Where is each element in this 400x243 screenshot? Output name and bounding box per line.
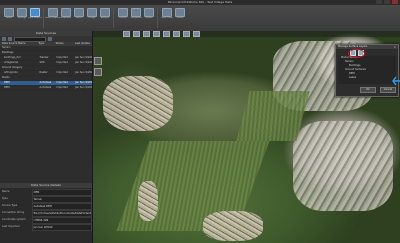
ribbon-toolbar: Home Settings Data Sources Model Propert… xyxy=(0,5,400,32)
model-properties-icon xyxy=(48,8,58,17)
compass-icon[interactable] xyxy=(94,57,102,65)
sketch-icon xyxy=(74,8,84,17)
refresh-icon[interactable] xyxy=(8,37,12,41)
viewport-toolbar xyxy=(93,31,400,37)
remove-icon[interactable] xyxy=(48,37,52,41)
property-row: Connection string file:///C:/Users/Public… xyxy=(2,210,92,217)
village-buildings xyxy=(203,211,263,241)
ribbon-button-present[interactable]: Present xyxy=(118,8,128,19)
home-view-icon[interactable] xyxy=(94,68,102,76)
ribbon-button-analyze[interactable]: Analyze xyxy=(100,8,110,19)
property-row: Coordinate system UTM84-32N xyxy=(0,216,92,224)
terrain-icon xyxy=(175,8,185,17)
ribbon-separator xyxy=(43,8,44,28)
select-icon[interactable] xyxy=(123,31,130,37)
point-cloud-icon xyxy=(162,8,172,17)
orbit-icon[interactable] xyxy=(143,31,150,37)
bookmark-icon[interactable] xyxy=(173,31,180,37)
filter-input[interactable] xyxy=(14,36,46,42)
property-row: Source Type Autodesk DEM xyxy=(0,202,92,210)
ribbon-button-terrain[interactable]: Terrain xyxy=(175,8,185,19)
zoom-icon[interactable] xyxy=(153,31,160,37)
property-value[interactable]: UTM84-32N xyxy=(31,217,92,224)
property-value[interactable]: DEM xyxy=(31,189,92,196)
ribbon-button-settings[interactable]: Settings xyxy=(17,8,27,19)
analyze-icon xyxy=(100,8,110,17)
add-data-source-icon[interactable] xyxy=(2,37,6,41)
property-value[interactable]: file:///C:/Users/Public/Documents/DataFo… xyxy=(31,210,92,217)
proposals-icon xyxy=(61,8,71,17)
design-icon xyxy=(87,8,97,17)
ribbon-button-model-properties[interactable]: Model Properties xyxy=(45,8,61,19)
close-button[interactable] xyxy=(392,0,398,4)
property-value[interactable]: Autodesk DEM xyxy=(31,203,92,210)
present-icon xyxy=(118,8,128,17)
window-controls xyxy=(376,0,398,4)
ribbon-button-data-sources[interactable]: Data Sources xyxy=(28,8,42,19)
pan-icon[interactable] xyxy=(133,31,140,37)
ribbon-button-home[interactable]: Home xyxy=(4,8,14,19)
tree-item[interactable]: Lakes xyxy=(341,76,396,80)
home-icon xyxy=(4,8,14,17)
layers-icon[interactable] xyxy=(183,31,190,37)
surface-layers-dialog: Manage Surface Layers × Model Terrain Ter… xyxy=(335,44,399,97)
minimize-button[interactable] xyxy=(376,0,382,4)
ribbon-button-sketch[interactable]: Sketch xyxy=(74,8,84,19)
surface-layer-tree: Model Terrain Terrain Buildings Ground S… xyxy=(338,56,396,84)
property-value[interactable]: Jan Sun 9/2012 xyxy=(31,224,92,231)
table-row[interactable]: DEMAutodeskImportedJan Sun 9/2012 xyxy=(0,86,92,91)
property-row: Last Imported Jan Sun 9/2012 xyxy=(0,223,92,231)
settings-icon xyxy=(17,8,27,17)
cancel-button[interactable]: Cancel xyxy=(380,87,396,93)
dialog-buttons: Ok Cancel xyxy=(336,87,398,93)
dialog-toolbar xyxy=(336,49,398,58)
ribbon-separator xyxy=(157,8,158,28)
ribbon-button-storyboard[interactable]: Storyboard xyxy=(130,8,142,19)
maximize-button[interactable] xyxy=(384,0,390,4)
data-sources-icon xyxy=(30,8,40,17)
village-buildings xyxy=(138,181,158,221)
ribbon-button-proposals[interactable]: Proposals xyxy=(61,8,71,19)
village-buildings xyxy=(103,76,173,131)
ribbon-button-design[interactable]: Design xyxy=(87,8,97,19)
highlight-circle xyxy=(348,49,365,58)
property-value[interactable]: Terrain xyxy=(31,196,92,203)
property-row: Name DEM xyxy=(0,188,92,196)
ribbon-button-render[interactable]: Render xyxy=(144,8,154,19)
viewport-left-tools xyxy=(94,57,102,76)
storyboard-icon xyxy=(131,8,141,17)
cliff-terrain xyxy=(293,121,393,211)
render-icon xyxy=(144,8,154,17)
ok-button[interactable]: Ok xyxy=(360,87,376,93)
data-sources-panel: Data Sources Data Source Name Type Statu… xyxy=(0,31,93,243)
3d-viewport[interactable]: Manage Surface Layers × Model Terrain Ter… xyxy=(93,31,400,243)
ribbon-separator xyxy=(113,8,114,28)
measure-icon[interactable] xyxy=(163,31,170,37)
ribbon-button-point-cloud[interactable]: Point Cloud xyxy=(161,8,173,19)
properties-panel: Data Source Details Name DEM Type Terrain … xyxy=(0,183,92,243)
view-icon[interactable] xyxy=(193,31,200,37)
property-row: Type Terrain xyxy=(0,195,92,203)
annotation-arrow-icon xyxy=(392,76,400,86)
